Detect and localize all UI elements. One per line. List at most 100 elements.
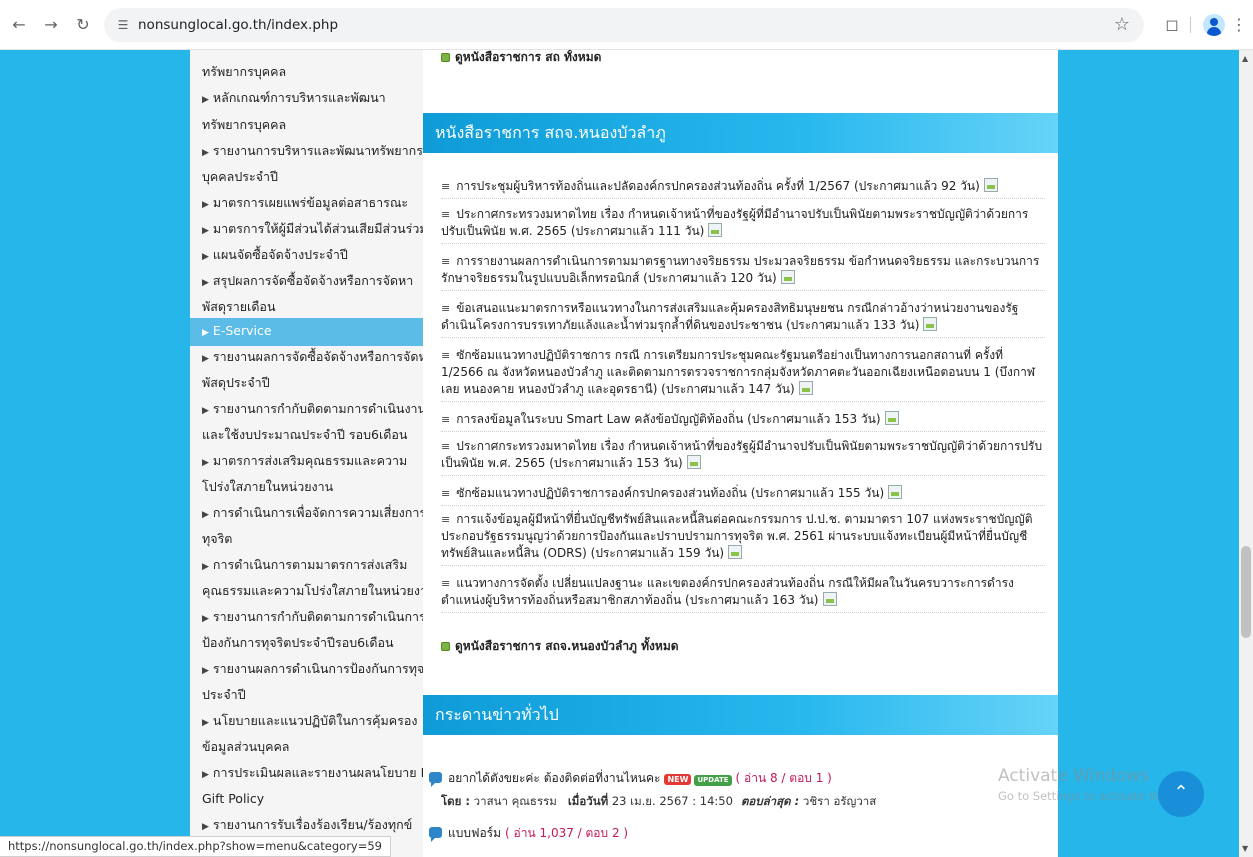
profile-avatar-icon[interactable]	[1203, 14, 1225, 36]
main-content: ดูหนังสือราชการ สถ ทั้งหมด หนังสือราชการ…	[423, 50, 1058, 857]
left-menu: ทรัพยากรบุคคล ▶ หลักเกณฑ์การบริหารและพัฒนา…	[190, 50, 439, 857]
doc-item[interactable]: ≡ การลงข้อมูลในระบบ Smart Law คลังข้อบัญญ…	[441, 411, 1045, 432]
doc-title[interactable]: ซักซ้อมแนวทางปฏิบัติราชการ กรณี การเตรีย…	[441, 348, 1035, 396]
broken-image-icon	[822, 592, 837, 606]
sidebar-item[interactable]: ▶ การดำเนินการตามมาตรการส่งเสริม	[190, 552, 423, 580]
forum-post[interactable]: แบบฟอร์ม( อ่าน 1,037 / ตอบ 2 )	[429, 824, 1049, 843]
doc-item[interactable]: ≡ ซักซ้อมแนวทางปฏิบัติราชการ กรณี การเตรี…	[441, 347, 1045, 402]
sidebar-item-label: โปร่งใสภายในหน่วยงาน	[202, 479, 334, 494]
sidebar-item-label: มาตรการส่งเสริมคุณธรรมและความ	[212, 453, 408, 468]
sidebar-item[interactable]: ▶ รายงานการบริหารและพัฒนาทรัพยากร	[190, 138, 423, 166]
sidebar-item[interactable]: ▶ รายงานการกำกับติดตามการดำเนินงาน	[190, 396, 426, 424]
doc-title[interactable]: การประชุมผู้บริหารท้องถิ่นและปลัดองค์กรป…	[456, 179, 980, 193]
sidebar-item-label: ทุจริต	[202, 531, 233, 546]
all-docs-link-top[interactable]: ดูหนังสือราชการ สถ ทั้งหมด	[441, 50, 601, 67]
sidebar-item[interactable]: พัสดุประจำปี	[190, 370, 423, 396]
section-header-docs: หนังสือราชการ สถจ.หนองบัวลำภู	[423, 113, 1058, 153]
scroll-down-icon[interactable]: ▼	[1242, 844, 1248, 853]
sidebar-item[interactable]: ทรัพยากรบุคคล	[190, 59, 423, 85]
sidebar-item[interactable]: ทรัพยากรบุคคล	[190, 112, 423, 138]
doc-list-icon: ≡	[441, 577, 451, 590]
sidebar-item[interactable]: ▶ นโยบายและแนวปฏิบัติในการคุ้มครอง	[190, 708, 423, 736]
sidebar-item[interactable]: โปร่งใสภายในหน่วยงาน	[190, 474, 423, 500]
broken-image-icon	[708, 223, 723, 237]
doc-item[interactable]: ≡ การแจ้งข้อมูลผู้มีหน้าที่ยื่นบัญชีทรัพย…	[441, 511, 1045, 566]
sidebar-item-label: รายงานการรับเรื่องร้องเรียน/ร้องทุกข์	[212, 817, 413, 832]
address-bar-url[interactable]: nonsunglocal.go.th/index.php	[138, 8, 338, 42]
doc-title[interactable]: แนวทางการจัดตั้ง เปลี่ยนแปลงฐานะ และเขตอ…	[441, 576, 1014, 607]
sidebar-item[interactable]: ป้องกันการทุจริตประจำปีรอบ6เดือน	[190, 630, 423, 656]
sidebar-item[interactable]: และใช้งบประมาณประจำปี รอบ6เดือน	[190, 422, 423, 448]
sidebar-item-label: มาตรการให้ผู้มีส่วนได้ส่วนเสียมีส่วนร่วม	[212, 221, 428, 236]
sidebar-item[interactable]: ทุจริต	[190, 526, 423, 552]
back-to-top-button[interactable]: ⌃	[1158, 771, 1204, 817]
doc-item[interactable]: ≡ การประชุมผู้บริหารท้องถิ่นและปลัดองค์กร…	[441, 178, 1045, 199]
broken-image-icon	[888, 485, 903, 499]
sidebar-item[interactable]: บุคคลประจำปี	[190, 164, 423, 190]
menu-arrow-icon: ▶	[202, 406, 209, 416]
sidebar-item-label: Gift Policy	[202, 791, 265, 806]
sidebar-item[interactable]: ▶ แผนจัดซื้อจัดจ้างประจำปี	[190, 242, 423, 270]
page-viewport: ทรัพยากรบุคคล ▶ หลักเกณฑ์การบริหารและพัฒนา…	[0, 50, 1239, 857]
doc-title[interactable]: การลงข้อมูลในระบบ Smart Law คลังข้อบัญญั…	[456, 412, 880, 426]
doc-item[interactable]: ≡ ซักซ้อมแนวทางปฏิบัติราชการองค์กรปกครองส…	[441, 485, 1045, 506]
sidebar-item-label: รายงานผลการจัดซื้อจัดจ้างหรือการจัดหา	[212, 349, 434, 364]
sidebar-item[interactable]: ▶ สรุปผลการจัดซื้อจัดจ้างหรือการจัดหา	[190, 268, 423, 296]
menu-arrow-icon: ▶	[202, 666, 209, 676]
sidebar-item[interactable]: ▶ การประเมินผลและรายงานผลนโยบาย No	[190, 760, 438, 788]
doc-list-icon: ≡	[441, 255, 451, 268]
sidebar-item[interactable]: ▶ มาตรการเผยแพร่ข้อมูลต่อสาธารณะ	[190, 190, 423, 218]
doc-item[interactable]: ≡ แนวทางการจัดตั้ง เปลี่ยนแปลงฐานะ และเขต…	[441, 575, 1045, 613]
scroll-up-icon[interactable]: ▲	[1242, 54, 1248, 63]
sidebar-item[interactable]: ▶ E-Service	[190, 318, 423, 346]
sidebar-item[interactable]: พัสดุรายเดือน	[190, 294, 423, 320]
doc-item[interactable]: ≡ ประกาศกระทรวงมหาดไทย เรื่อง กำหนดเจ้าหน…	[441, 438, 1045, 476]
page-scrollbar[interactable]: ▲ ▼	[1239, 50, 1253, 857]
forum-post[interactable]: อยากได้ตังขยะค่ะ ต้องติดต่อที่งานไหนคะ NE…	[429, 769, 1049, 788]
status-bar-url: https://nonsunglocal.go.th/index.php?sho…	[0, 836, 391, 857]
sidebar-item-label: การดำเนินการตามมาตรการส่งเสริม	[212, 557, 408, 572]
doc-title[interactable]: การรายงานผลการดำเนินการตามมาตรฐานทางจริย…	[441, 254, 1039, 285]
sidebar-item[interactable]: ▶ รายงานผลการดำเนินการป้องกันการทุจริต	[190, 656, 439, 684]
address-bar[interactable]: ☰ nonsunglocal.go.th/index.php ☆	[104, 8, 1144, 42]
sidebar-item-label: ประจำปี	[202, 687, 246, 702]
doc-item[interactable]: ≡ ประกาศกระทรวงมหาดไทย เรื่อง กำหนดเจ้าหน…	[441, 206, 1045, 244]
forward-arrow-icon[interactable]: →	[40, 14, 62, 36]
menu-arrow-icon: ▶	[202, 200, 209, 210]
sidebar-item[interactable]: ▶ หลักเกณฑ์การบริหารและพัฒนา	[190, 85, 423, 113]
doc-title[interactable]: ประกาศกระทรวงมหาดไทย เรื่อง กำหนดเจ้าหน้…	[441, 439, 1042, 470]
sidebar-item[interactable]: ประจำปี	[190, 682, 423, 708]
sidebar-item-label: ข้อมูลส่วนบุคคล	[202, 739, 290, 754]
scrollbar-thumb[interactable]	[1241, 546, 1251, 638]
menu-arrow-icon: ▶	[202, 510, 209, 520]
doc-item[interactable]: ≡ การรายงานผลการดำเนินการตามมาตรฐานทางจริ…	[441, 253, 1045, 291]
sidebar-item[interactable]: Gift Policy	[190, 786, 423, 812]
doc-item[interactable]: ≡ ข้อเสนอแนะมาตรการหรือแนวทางในการส่งเสริ…	[441, 300, 1045, 338]
sidebar-item-label: พัสดุประจำปี	[202, 375, 270, 390]
sidebar-item-label: การดำเนินการเพื่อจัดการความเสี่ยงการ	[212, 505, 427, 520]
back-arrow-icon[interactable]: ←	[8, 14, 30, 36]
site-settings-icon[interactable]: ☰	[114, 16, 132, 34]
doc-title[interactable]: ประกาศกระทรวงมหาดไทย เรื่อง กำหนดเจ้าหน้…	[441, 207, 1028, 238]
sidebar-item[interactable]: ข้อมูลส่วนบุคคล	[190, 734, 423, 760]
sidebar-item[interactable]: ▶ การดำเนินการเพื่อจัดการความเสี่ยงการ	[190, 500, 427, 528]
sidebar-item-label: นโยบายและแนวปฏิบัติในการคุ้มครอง	[212, 713, 418, 728]
sidebar-item[interactable]: ▶ รายงานการกำกับติดตามการดำเนินการ	[190, 604, 426, 632]
doc-title[interactable]: ซักซ้อมแนวทางปฏิบัติราชการองค์กรปกครองส่…	[456, 486, 884, 500]
doc-list-icon: ≡	[441, 513, 451, 526]
sidebar-item-label: การประเมินผลและรายงานผลนโยบาย No	[212, 765, 438, 780]
sidebar-item[interactable]: ▶ มาตรการส่งเสริมคุณธรรมและความ	[190, 448, 423, 476]
sidebar-item-label: ป้องกันการทุจริตประจำปีรอบ6เดือน	[202, 635, 394, 650]
all-docs-link[interactable]: ดูหนังสือราชการ สถจ.หนองบัวลำภู ทั้งหมด	[441, 637, 679, 656]
chat-bubble-icon	[429, 772, 442, 787]
sidebar-item-label: บุคคลประจำปี	[202, 169, 278, 184]
sidebar-item[interactable]: คุณธรรมและความโปร่งใสภายในหน่วยงาน	[190, 578, 436, 604]
sidebar-item[interactable]: ▶ รายงานผลการจัดซื้อจัดจ้างหรือการจัดหา	[190, 344, 434, 372]
more-menu-icon[interactable]: ⋮	[1227, 13, 1251, 37]
update-badge: UPDATE	[694, 775, 732, 786]
sidebar-item-label: และใช้งบประมาณประจำปี รอบ6เดือน	[202, 427, 408, 442]
extensions-icon[interactable]: ◻	[1160, 13, 1184, 37]
sidebar-item[interactable]: ▶ มาตรการให้ผู้มีส่วนได้ส่วนเสียมีส่วนร่ว…	[190, 216, 428, 244]
bookmark-star-icon[interactable]: ☆	[1114, 8, 1130, 42]
reload-icon[interactable]: ↻	[72, 14, 94, 36]
